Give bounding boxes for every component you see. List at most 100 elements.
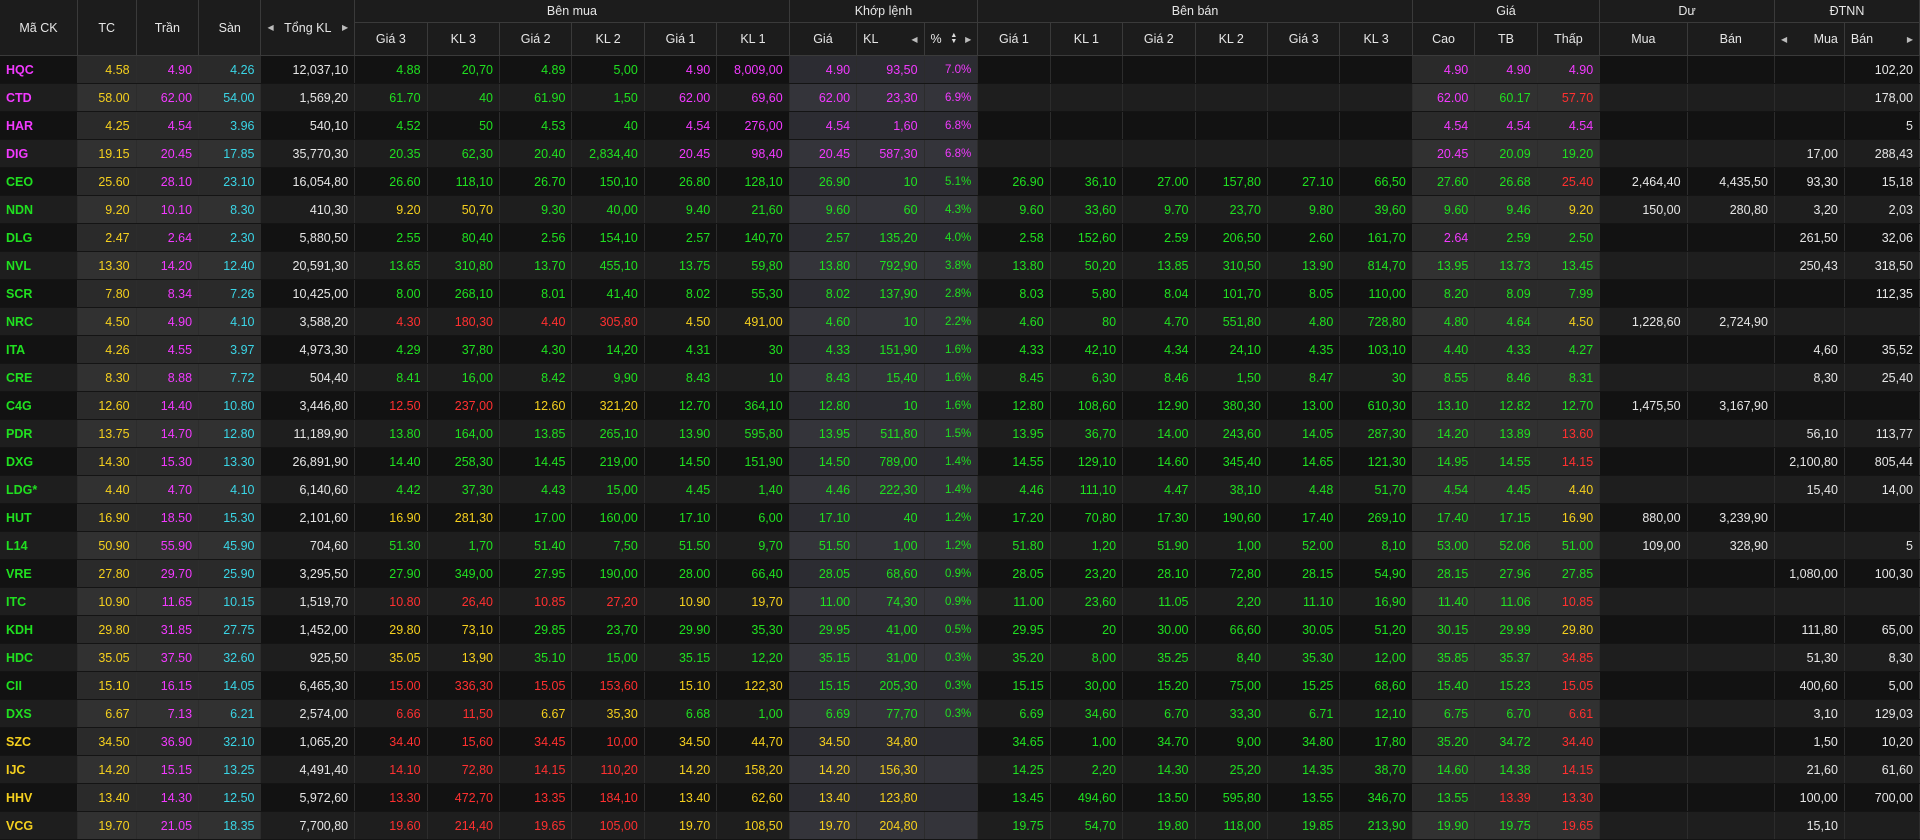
cell-symbol[interactable]: DIG bbox=[0, 139, 78, 168]
col-header-ceil[interactable]: Trần bbox=[136, 0, 200, 56]
cell-buy-vol-3: 268,10 bbox=[427, 279, 500, 308]
table-row[interactable]: CEO 25.60 28.10 23.10 16,054,80 26.60 118,10 26… bbox=[0, 167, 1920, 196]
cell-ref: 13.40 bbox=[77, 783, 137, 812]
cell-ceil: 4.55 bbox=[136, 335, 200, 364]
table-row[interactable]: ITC 10.90 11.65 10.15 1,519,70 10.80 26,40 10.8… bbox=[0, 587, 1920, 616]
col-header-buy-price-1[interactable]: Giá 1 bbox=[644, 22, 718, 56]
cell-symbol[interactable]: VCG bbox=[0, 811, 78, 840]
col-header-foreign-buy[interactable]: ◀ Mua bbox=[1774, 22, 1845, 56]
table-row[interactable]: NDN 9.20 10.10 8.30 410,30 9.20 50,70 9.30 40,00… bbox=[0, 195, 1920, 224]
table-row[interactable]: DXG 14.30 15.30 13.30 26,891,90 14.40 258,30 14… bbox=[0, 447, 1920, 476]
cell-symbol[interactable]: CII bbox=[0, 671, 78, 700]
cell-symbol[interactable]: HDC bbox=[0, 643, 78, 672]
caret-left-icon[interactable]: ◀ bbox=[267, 23, 273, 32]
table-row[interactable]: HHV 13.40 14.30 12.50 5,972,60 13.30 472,70 13.… bbox=[0, 783, 1920, 812]
table-row[interactable]: SCR 7.80 8.34 7.26 10,425,00 8.00 268,10 8.01 41… bbox=[0, 279, 1920, 308]
cell-symbol[interactable]: L14 bbox=[0, 531, 78, 560]
cell-symbol[interactable]: NRC bbox=[0, 307, 78, 336]
table-row[interactable]: CII 15.10 16.15 14.05 6,465,30 15.00 336,30 15.… bbox=[0, 671, 1920, 700]
cell-symbol[interactable]: CEO bbox=[0, 167, 78, 196]
cell-symbol[interactable]: HUT bbox=[0, 503, 78, 532]
cell-symbol[interactable]: CTD bbox=[0, 83, 78, 112]
cell-total-volume: 10,425,00 bbox=[260, 279, 356, 308]
table-row[interactable]: L14 50.90 55.90 45.90 704,60 51.30 1,70 51.40 7,… bbox=[0, 531, 1920, 560]
table-row[interactable]: SZC 34.50 36.90 32.10 1,065,20 34.40 15,60 34.4… bbox=[0, 727, 1920, 756]
table-row[interactable]: IJC 14.20 15.15 13.25 4,491,40 14.10 72,80 14.1… bbox=[0, 755, 1920, 784]
col-header-sell-vol-1[interactable]: KL 1 bbox=[1050, 22, 1124, 56]
cell-symbol[interactable]: SCR bbox=[0, 279, 78, 308]
col-header-floor[interactable]: Sàn bbox=[198, 0, 262, 56]
col-header-buy-price-3[interactable]: Giá 3 bbox=[354, 22, 428, 56]
table-row[interactable]: ITA 4.26 4.55 3.97 4,973,30 4.29 37,80 4.30 14,2… bbox=[0, 335, 1920, 364]
table-row[interactable]: CTD 58.00 62.00 54.00 1,569,20 61.70 40 61.90 1,… bbox=[0, 83, 1920, 112]
table-row[interactable]: NRC 4.50 4.90 4.10 3,588,20 4.30 180,30 4.40 305… bbox=[0, 307, 1920, 336]
cell-symbol[interactable]: DXS bbox=[0, 699, 78, 728]
col-header-sell-price-1[interactable]: Giá 1 bbox=[977, 22, 1051, 56]
caret-right-icon[interactable]: ▶ bbox=[965, 35, 971, 44]
col-header-match-price[interactable]: Giá bbox=[789, 22, 858, 56]
col-header-symbol[interactable]: Mã CK bbox=[0, 0, 78, 56]
col-header-sell-vol-3[interactable]: KL 3 bbox=[1339, 22, 1413, 56]
table-row[interactable]: HDC 35.05 37.50 32.60 925,50 35.05 13,90 35.10 1… bbox=[0, 643, 1920, 672]
cell-symbol[interactable]: C4G bbox=[0, 391, 78, 420]
cell-symbol[interactable]: ITC bbox=[0, 587, 78, 616]
sort-toggle-icon[interactable]: ▲ ▼ bbox=[950, 32, 957, 45]
table-row[interactable]: HAR 4.25 4.54 3.96 540,10 4.52 50 4.53 40 4.54 276… bbox=[0, 111, 1920, 140]
cell-match-percent: 2.2% bbox=[924, 307, 979, 336]
caret-left-icon[interactable]: ◀ bbox=[911, 35, 917, 44]
cell-symbol[interactable]: VRE bbox=[0, 559, 78, 588]
caret-right-icon[interactable]: ▶ bbox=[1907, 35, 1913, 44]
table-row[interactable]: PDR 13.75 14.70 12.80 11,189,90 13.80 164,00 13… bbox=[0, 419, 1920, 448]
table-row[interactable]: DXS 6.67 7.13 6.21 2,574,00 6.66 11,50 6.67 35,3… bbox=[0, 699, 1920, 728]
cell-match-price: 19.70 bbox=[789, 811, 858, 840]
table-row[interactable]: KDH 29.80 31.85 27.75 1,452,00 29.80 73,10 29.8… bbox=[0, 615, 1920, 644]
col-header-buy-vol-3[interactable]: KL 3 bbox=[427, 22, 500, 56]
cell-symbol[interactable]: NDN bbox=[0, 195, 78, 224]
col-header-avg[interactable]: TB bbox=[1474, 22, 1538, 56]
col-header-ref[interactable]: TC bbox=[77, 0, 137, 56]
cell-symbol[interactable]: CRE bbox=[0, 363, 78, 392]
table-row[interactable]: HUT 16.90 18.50 15.30 2,101,60 16.90 281,30 17.… bbox=[0, 503, 1920, 532]
col-header-remain-sell[interactable]: Bán bbox=[1687, 22, 1775, 56]
table-row[interactable]: HQC 4.58 4.90 4.26 12,037,10 4.88 20,70 4.89 5,0… bbox=[0, 55, 1920, 84]
cell-symbol[interactable]: NVL bbox=[0, 251, 78, 280]
table-row[interactable]: C4G 12.60 14.40 10.80 3,446,80 12.50 237,00 12.… bbox=[0, 391, 1920, 420]
table-row[interactable]: VCG 19.70 21.05 18.35 7,700,80 19.60 214,40 19.… bbox=[0, 811, 1920, 840]
table-row[interactable]: CRE 8.30 8.88 7.72 504,40 8.41 16,00 8.42 9,90 8.… bbox=[0, 363, 1920, 392]
cell-symbol[interactable]: PDR bbox=[0, 419, 78, 448]
table-row[interactable]: NVL 13.30 14.20 12.40 20,591,30 13.65 310,80 13… bbox=[0, 251, 1920, 280]
col-header-low[interactable]: Thấp bbox=[1537, 22, 1601, 56]
col-header-remain-buy[interactable]: Mua bbox=[1599, 22, 1688, 56]
table-row[interactable]: DLG 2.47 2.64 2.30 5,880,50 2.55 80,40 2.56 154,… bbox=[0, 223, 1920, 252]
cell-symbol[interactable]: LDG* bbox=[0, 475, 78, 504]
cell-symbol[interactable]: HHV bbox=[0, 783, 78, 812]
table-row[interactable]: VRE 27.80 29.70 25.90 3,295,50 27.90 349,00 27.… bbox=[0, 559, 1920, 588]
col-header-sell-price-2[interactable]: Giá 2 bbox=[1122, 22, 1196, 56]
cell-symbol[interactable]: IJC bbox=[0, 755, 78, 784]
col-header-buy-price-2[interactable]: Giá 2 bbox=[499, 22, 573, 56]
cell-symbol[interactable]: HAR bbox=[0, 111, 78, 140]
col-header-buy-vol-1[interactable]: KL 1 bbox=[716, 22, 790, 56]
col-header-total-volume[interactable]: ◀ Tổng KL ▶ bbox=[260, 0, 356, 56]
table-row[interactable]: LDG* 4.40 4.70 4.10 6,140,60 4.42 37,30 4.43 15,… bbox=[0, 475, 1920, 504]
col-header-sell-vol-2[interactable]: KL 2 bbox=[1195, 22, 1268, 56]
col-header-high[interactable]: Cao bbox=[1412, 22, 1476, 56]
col-header-match-volume[interactable]: KL ◀ bbox=[856, 22, 925, 56]
cell-avg: 8.09 bbox=[1474, 279, 1538, 308]
cell-symbol[interactable]: DXG bbox=[0, 447, 78, 476]
col-header-sell-price-3[interactable]: Giá 3 bbox=[1267, 22, 1341, 56]
col-header-buy-vol-2[interactable]: KL 2 bbox=[571, 22, 645, 56]
cell-symbol[interactable]: KDH bbox=[0, 615, 78, 644]
cell-foreign-sell: 100,30 bbox=[1844, 559, 1920, 588]
cell-symbol[interactable]: DLG bbox=[0, 223, 78, 252]
cell-symbol[interactable]: HQC bbox=[0, 55, 78, 84]
col-header-foreign-sell[interactable]: Bán ▶ bbox=[1844, 22, 1920, 56]
cell-ceil: 4.90 bbox=[136, 307, 200, 336]
caret-left-icon[interactable]: ◀ bbox=[1781, 35, 1787, 44]
cell-symbol[interactable]: SZC bbox=[0, 727, 78, 756]
col-header-match-percent[interactable]: % ▲ ▼ ▶ bbox=[924, 22, 979, 56]
cell-symbol[interactable]: ITA bbox=[0, 335, 78, 364]
cell-sell-price-2: 2.59 bbox=[1122, 223, 1196, 252]
caret-right-icon[interactable]: ▶ bbox=[342, 23, 348, 32]
table-row[interactable]: DIG 19.15 20.45 17.85 35,770,30 20.35 62,30 20.… bbox=[0, 139, 1920, 168]
